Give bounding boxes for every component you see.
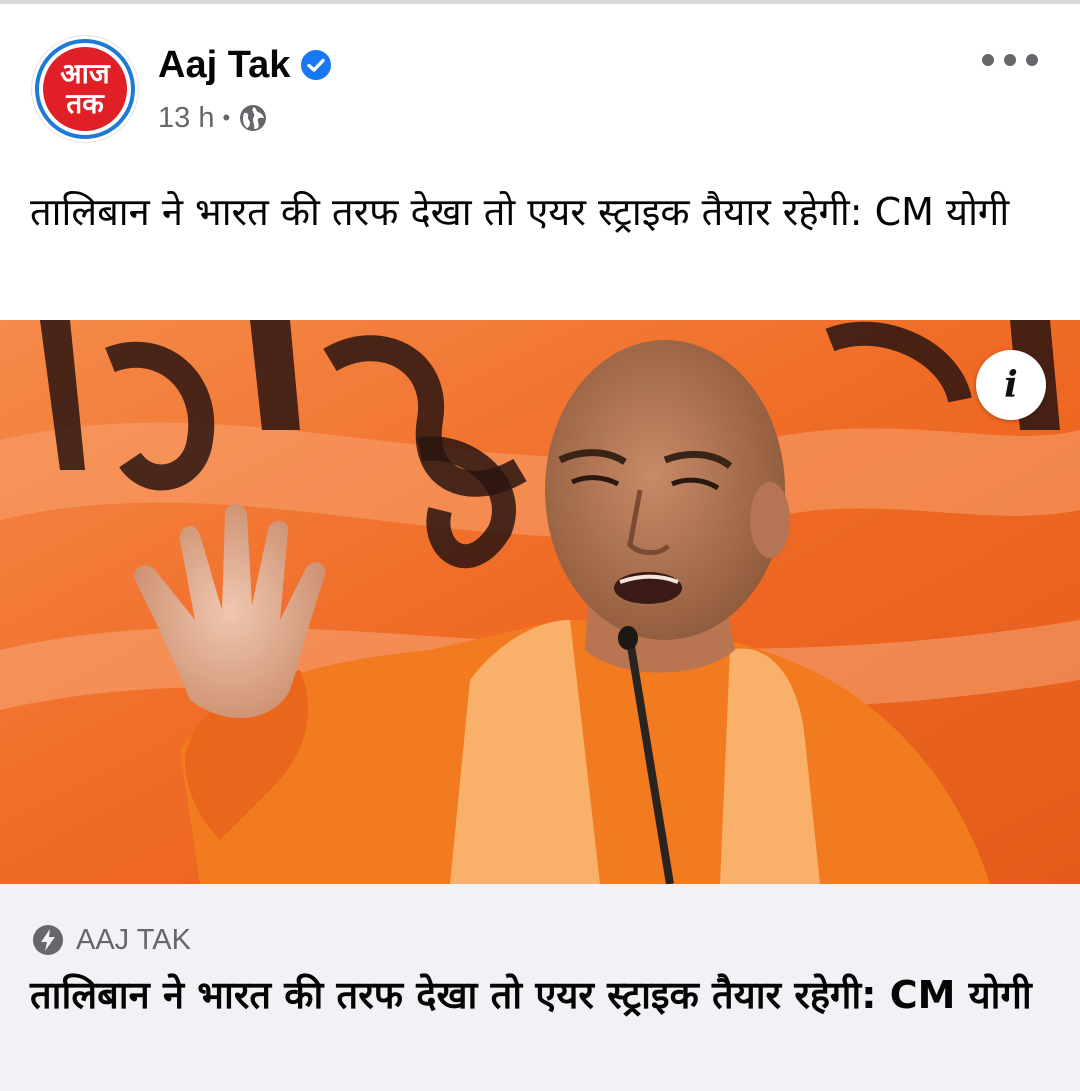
link-source: AAJ TAK [32,922,191,958]
more-options-button[interactable] [982,44,1038,76]
info-icon: i [1004,364,1018,406]
more-options-icon [982,54,994,66]
bolt-icon [33,925,63,955]
verified-badge-icon [301,50,332,80]
info-button[interactable]: i [976,350,1046,420]
more-options-icon [1026,54,1038,66]
feed-post: आज तक Aaj Tak 13 h • तालिबान ने भारत की … [0,4,1080,1091]
news-photo [0,320,1080,884]
logo-text-bottom: तक [66,87,104,120]
globe-icon [240,105,267,131]
link-preview-footer[interactable]: AAJ TAK तालिबान ने भारत की तरफ देखा तो ए… [0,884,1080,1091]
link-title[interactable]: तालिबान ने भारत की तरफ देखा तो एयर स्ट्र… [30,966,1040,1024]
page-avatar[interactable]: आज तक [32,36,138,142]
more-options-icon [1004,54,1016,66]
post-meta: 13 h • [158,98,268,138]
logo-text-top: आज [60,57,110,90]
post-timestamp[interactable]: 13 h [158,102,214,135]
meta-separator: • [222,105,231,130]
post-text: तालिबान ने भारत की तरफ देखा तो एयर स्ट्र… [30,190,1010,234]
link-preview-image[interactable] [0,320,1080,884]
page-name-link[interactable]: Aaj Tak [158,44,290,87]
post-header: Aaj Tak [158,42,332,88]
link-source-label: AAJ TAK [76,923,191,956]
aaj-tak-logo: आज तक [43,47,127,131]
